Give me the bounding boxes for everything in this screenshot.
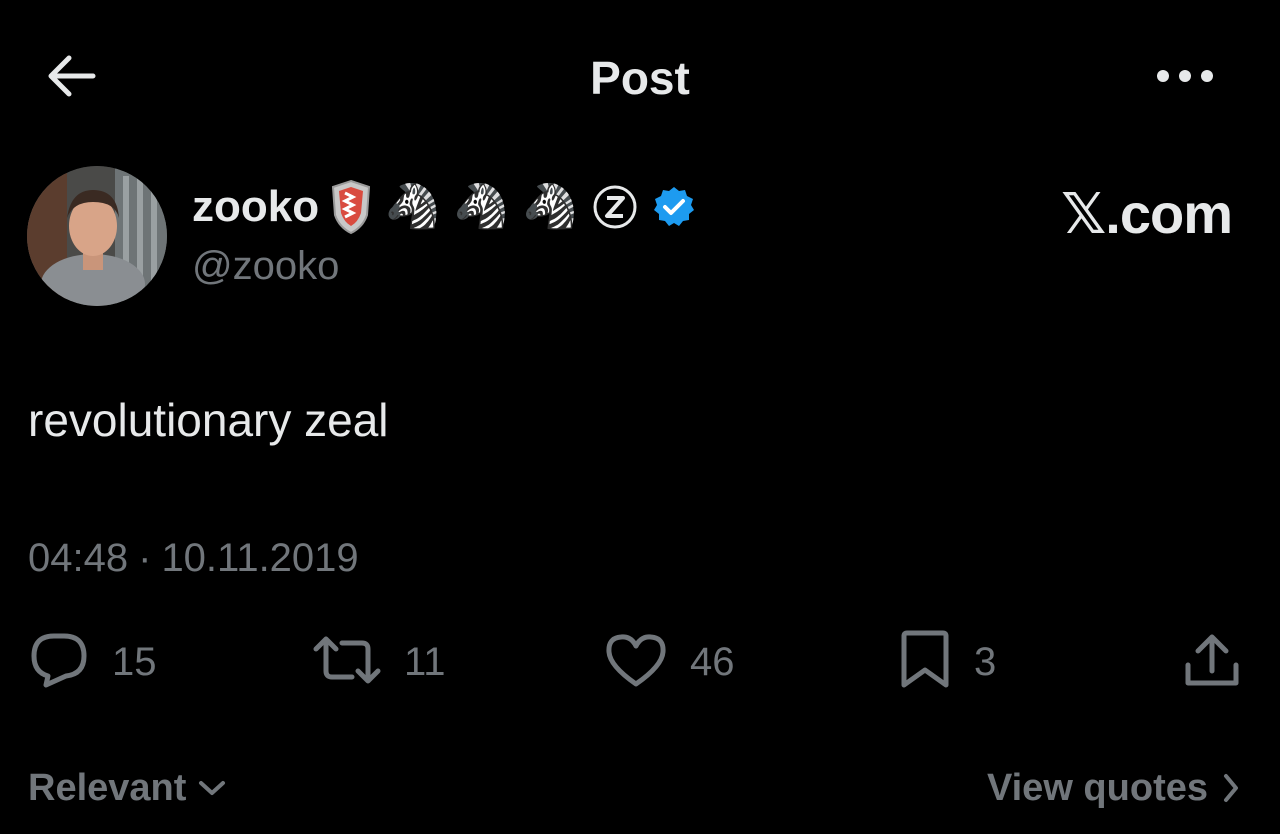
sort-replies-dropdown[interactable]: Relevant [28, 762, 226, 814]
zebra-icon: 🦓 [385, 182, 440, 231]
page-title: Post [590, 52, 690, 104]
x-com-watermark: 𝕏.com [1061, 182, 1233, 245]
view-quotes-link[interactable]: View quotes [940, 762, 1240, 814]
repost-count: 11 [404, 639, 446, 684]
z-circle-icon [592, 184, 638, 230]
more-options-button[interactable] [1148, 56, 1222, 100]
sort-label: Relevant [28, 766, 187, 809]
timestamp-separator: · [138, 536, 152, 580]
post-date: 10.11.2019 [161, 536, 359, 580]
repost-button[interactable]: 11 [312, 628, 446, 696]
shield-icon [331, 179, 371, 235]
reply-icon [28, 631, 90, 694]
post-timestamp[interactable]: 04:48 · 10.11.2019 [28, 532, 359, 584]
chevron-down-icon [198, 779, 226, 797]
view-quotes-label: View quotes [986, 766, 1208, 809]
zebra-icon: 🦓 [522, 182, 578, 231]
bookmark-button[interactable]: 3 [898, 628, 996, 696]
avatar[interactable] [27, 166, 167, 306]
post-text: revolutionary zeal [28, 394, 389, 446]
zebra-icon: 🦓 [453, 182, 509, 231]
bookmark-count: 3 [974, 639, 997, 684]
share-button[interactable] [1182, 628, 1242, 696]
more-horizontal-icon [1155, 68, 1215, 89]
bookmark-icon [898, 630, 952, 695]
chevron-right-icon [1222, 772, 1240, 804]
like-button[interactable]: 46 [604, 628, 735, 696]
like-count: 46 [690, 639, 735, 684]
reply-button[interactable]: 15 [28, 628, 157, 696]
display-name[interactable]: zooko [192, 182, 319, 232]
share-icon [1182, 631, 1242, 694]
user-handle[interactable]: @zooko [192, 240, 339, 292]
author-name-row: zooko 🦓 🦓 🦓 [192, 174, 710, 240]
post-time: 04:48 [28, 536, 129, 580]
verified-icon[interactable] [652, 185, 696, 229]
like-icon [604, 632, 668, 693]
reply-count: 15 [112, 639, 157, 684]
repost-icon [312, 633, 382, 692]
